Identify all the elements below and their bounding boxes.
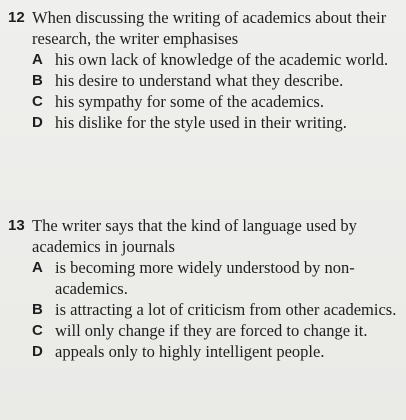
question-text: When discussing the writing of academics… — [32, 8, 387, 48]
option-d[interactable]: D appeals only to highly intelligent peo… — [8, 341, 402, 362]
question-text: The writer says that the kind of languag… — [32, 216, 357, 256]
option-text: his desire to understand what they descr… — [55, 71, 344, 90]
option-c[interactable]: C will only change if they are forced to… — [8, 320, 402, 341]
exam-page: 12 When discussing the writing of academ… — [0, 0, 406, 420]
option-letter: A — [32, 259, 43, 276]
option-list: A is becoming more widely understood by … — [8, 257, 402, 362]
question-number: 13 — [8, 217, 25, 234]
option-d[interactable]: D his dislike for the style used in thei… — [8, 112, 402, 133]
option-text: is attracting a lot of criticism from ot… — [55, 300, 397, 319]
option-a[interactable]: A is becoming more widely understood by … — [8, 257, 402, 299]
option-letter: B — [32, 301, 43, 318]
option-text: his dislike for the style used in their … — [55, 113, 347, 132]
option-text: is becoming more widely understood by no… — [55, 258, 355, 298]
option-text: will only change if they are forced to c… — [55, 321, 368, 340]
option-letter: A — [32, 51, 43, 68]
question-stem: 12 When discussing the writing of academ… — [8, 7, 402, 49]
option-b[interactable]: B is attracting a lot of criticism from … — [8, 299, 402, 320]
option-c[interactable]: C his sympathy for some of the academics… — [8, 91, 402, 112]
option-b[interactable]: B his desire to understand what they des… — [8, 70, 402, 91]
option-letter: C — [32, 93, 43, 110]
option-text: his sympathy for some of the academics. — [55, 92, 324, 111]
option-text: his own lack of knowledge of the academi… — [55, 50, 389, 69]
option-letter: B — [32, 72, 43, 89]
question-stem: 13 The writer says that the kind of lang… — [8, 215, 402, 257]
option-a[interactable]: A his own lack of knowledge of the acade… — [8, 49, 402, 70]
question-number: 12 — [8, 9, 25, 26]
option-text: appeals only to highly intelligent peopl… — [55, 342, 325, 361]
question-12: 12 When discussing the writing of academ… — [8, 7, 402, 133]
question-13: 13 The writer says that the kind of lang… — [8, 215, 402, 362]
option-list: A his own lack of knowledge of the acade… — [8, 49, 402, 133]
option-letter: C — [32, 322, 43, 339]
option-letter: D — [32, 343, 43, 360]
option-letter: D — [32, 114, 43, 131]
